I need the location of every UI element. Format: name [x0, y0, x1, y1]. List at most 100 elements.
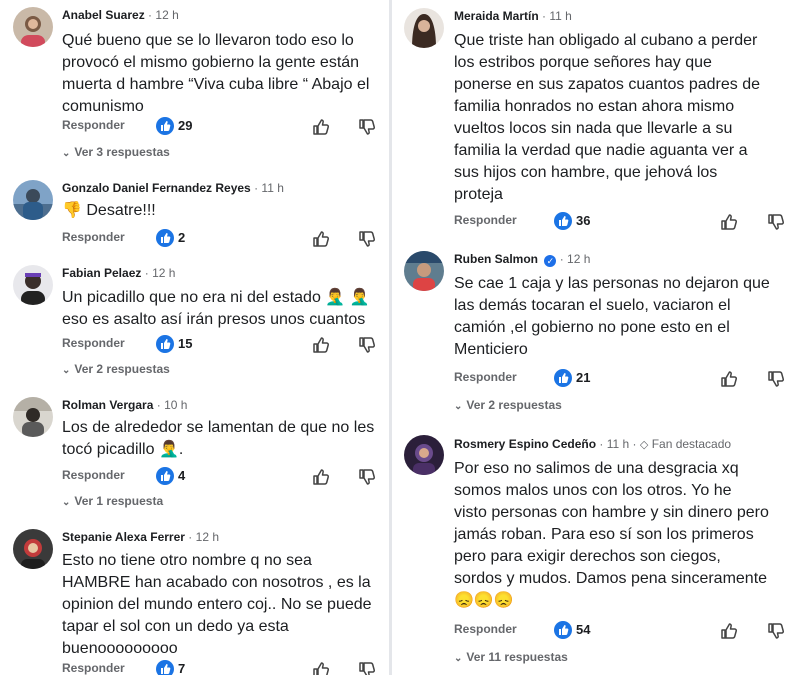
- comment-line: somos malos unos con los otros. Yo he: [454, 482, 732, 499]
- comment-line: 😞😞😞: [454, 592, 514, 609]
- comment-author[interactable]: Gonzalo Daniel Fernandez Reyes: [62, 181, 251, 195]
- like-count: 21: [576, 370, 591, 385]
- left-comment-column: Anabel Suarez · 12 h Qué bueno que se lo…: [0, 0, 389, 675]
- like-outline-icon[interactable]: [311, 117, 331, 137]
- like-outline-icon[interactable]: [311, 335, 331, 355]
- reply-button[interactable]: Responder: [62, 661, 125, 675]
- reply-button[interactable]: Responder: [454, 213, 517, 227]
- view-replies-link[interactable]: ⌄ Ver 2 respuestas: [454, 398, 562, 412]
- comment-line: jamás roban. Para eso sí son los primero…: [454, 526, 754, 543]
- dislike-outline-icon[interactable]: [357, 229, 377, 249]
- like-outline-icon[interactable]: [719, 212, 739, 232]
- comment-time[interactable]: 10 h: [164, 398, 187, 412]
- comment-time[interactable]: 11 h: [549, 9, 571, 23]
- reply-button[interactable]: Responder: [62, 336, 125, 350]
- comment-line: vueltos locos sin nada que llevarle a su: [454, 120, 733, 137]
- like-outline-icon[interactable]: [311, 229, 331, 249]
- avatar[interactable]: [13, 180, 53, 220]
- view-replies-link[interactable]: ⌄ Ver 1 respuesta: [62, 494, 163, 508]
- dislike-outline-icon[interactable]: [357, 117, 377, 137]
- thumbs-up-icon: [156, 335, 174, 353]
- comment-line: ponerse en sus zapatos cuantos padres de: [454, 76, 760, 93]
- avatar[interactable]: [13, 265, 53, 305]
- dislike-outline-icon[interactable]: [766, 369, 786, 389]
- comment-actions: Responder 4: [62, 467, 380, 487]
- comment-text: Esto no tiene otro nombre q no sea HAMBR…: [62, 550, 372, 660]
- thumbs-up-icon: [156, 467, 174, 485]
- chevron-down-icon: ⌄: [62, 148, 71, 159]
- comment-time[interactable]: 12 h: [152, 266, 175, 280]
- dislike-outline-icon[interactable]: [766, 212, 786, 232]
- comment-time[interactable]: 11 h: [261, 181, 283, 195]
- reply-button[interactable]: Responder: [62, 468, 125, 482]
- avatar[interactable]: [13, 7, 53, 47]
- like-outline-icon[interactable]: [719, 621, 739, 641]
- comment-line: Por eso no salimos de una desgracia xq: [454, 460, 739, 477]
- dislike-outline-icon[interactable]: [357, 660, 377, 675]
- like-count: 7: [178, 661, 186, 675]
- reply-button[interactable]: Responder: [454, 622, 517, 636]
- comment-line: tocó picadillo 🤦‍♂️.: [62, 441, 184, 458]
- comment-line: proteja: [454, 186, 503, 203]
- comment-time[interactable]: 12 h: [567, 252, 590, 266]
- avatar[interactable]: [404, 251, 444, 291]
- comment-author[interactable]: Rolman Vergara: [62, 398, 153, 412]
- comment-line: sordos y mudos. Damos pena sinceramente: [454, 570, 768, 587]
- dislike-outline-icon[interactable]: [357, 335, 377, 355]
- comment-line: Que triste han obligado al cubano a perd…: [454, 32, 758, 49]
- comment-line: Qué bueno que se lo llevaron todo eso lo: [62, 32, 354, 49]
- comment-text: 👎 Desatre!!!: [62, 200, 156, 222]
- comment-text: Un picadillo que no era ni del estado 🤦‍…: [62, 287, 370, 331]
- comment-line: Un picadillo que no era ni del estado 🤦‍…: [62, 289, 370, 306]
- comment-line: familia la verdad que nadie aguanta ver …: [454, 142, 748, 159]
- comment-author[interactable]: Stepanie Alexa Ferrer: [62, 530, 185, 544]
- comment-author[interactable]: Rosmery Espino Cedeño: [454, 437, 596, 451]
- comment-time[interactable]: 12 h: [155, 8, 178, 22]
- comment-line: HAMBRE han acabado con nosotros , es la: [62, 574, 371, 591]
- comment-line: eso es asalto así irán presos unos cuant…: [62, 311, 366, 328]
- avatar[interactable]: [13, 529, 53, 569]
- like-outline-icon[interactable]: [719, 369, 739, 389]
- comment-time[interactable]: 12 h: [196, 530, 219, 544]
- avatar[interactable]: [404, 435, 444, 475]
- comment-author[interactable]: Meraida Martín: [454, 9, 539, 23]
- view-replies-link[interactable]: ⌄ Ver 11 respuestas: [454, 650, 568, 664]
- comment-author[interactable]: Ruben Salmon: [454, 252, 538, 266]
- comment-line: muerta d hambre “Viva cuba libre “ Abajo…: [62, 76, 370, 93]
- comment-time[interactable]: 11 h: [607, 437, 629, 451]
- fan-badge: Fan destacado: [651, 437, 732, 451]
- avatar[interactable]: [13, 397, 53, 437]
- dislike-outline-icon[interactable]: [357, 467, 377, 487]
- comment-text: Los de alrededor se lamentan de que no l…: [62, 417, 374, 461]
- comment-text: Por eso no salimos de una desgracia xq s…: [454, 458, 769, 612]
- comment-actions: Responder 2: [62, 229, 380, 249]
- avatar[interactable]: [404, 8, 444, 48]
- thumbs-up-icon: [156, 660, 174, 675]
- comment-line: Se cae 1 caja y las personas no dejaron …: [454, 275, 770, 292]
- comment-line: familia honrados no estan ahora mismo: [454, 98, 735, 115]
- like-outline-icon[interactable]: [311, 660, 331, 675]
- chevron-down-icon: ⌄: [454, 653, 463, 664]
- comment-line: buenooooooooo: [62, 640, 178, 657]
- dislike-outline-icon[interactable]: [766, 621, 786, 641]
- like-outline-icon[interactable]: [311, 467, 331, 487]
- chevron-down-icon: ⌄: [62, 497, 71, 508]
- reply-button[interactable]: Responder: [454, 370, 517, 384]
- reply-button[interactable]: Responder: [62, 118, 125, 132]
- comment-actions: Responder 29: [62, 117, 380, 137]
- comment-line: sus hijos con hambre, que jehová los: [454, 164, 718, 181]
- reply-button[interactable]: Responder: [62, 230, 125, 244]
- comment-line: camión ,el gobierno no pone esto en el: [454, 319, 730, 336]
- like-count: 2: [178, 230, 186, 245]
- verified-badge-icon: ✓: [544, 255, 557, 267]
- like-count: 36: [576, 213, 591, 228]
- view-replies-link[interactable]: ⌄ Ver 2 respuestas: [62, 362, 170, 376]
- view-replies-link[interactable]: ⌄ Ver 3 respuestas: [62, 145, 170, 159]
- chevron-down-icon: ⌄: [454, 401, 463, 412]
- comment-author[interactable]: Anabel Suarez: [62, 8, 145, 22]
- comment-text: Se cae 1 caja y las personas no dejaron …: [454, 273, 770, 361]
- comment-actions: Responder 54: [454, 621, 792, 641]
- comment-line: Menticiero: [454, 341, 528, 358]
- comment-author[interactable]: Fabian Pelaez: [62, 266, 141, 280]
- thumbs-up-icon: [554, 621, 572, 639]
